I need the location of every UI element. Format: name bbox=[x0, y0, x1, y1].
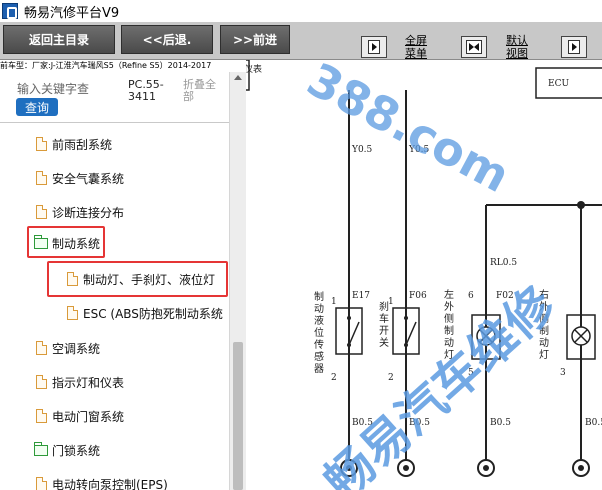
expand-right-icon bbox=[368, 40, 380, 54]
pin-number: 6 bbox=[468, 291, 474, 301]
fullscreen-label-line2: 菜单 bbox=[405, 47, 427, 60]
scroll-up-icon[interactable] bbox=[234, 75, 242, 80]
top-box-label: 仪表 bbox=[246, 63, 262, 75]
back-button[interactable]: <<后退. bbox=[121, 25, 213, 54]
tree-item-label: 电动转向泵控制(EPS) bbox=[52, 477, 168, 490]
wire-label: B0.5 bbox=[352, 418, 373, 428]
component-label: 左外侧制动灯 bbox=[444, 288, 454, 361]
current-vehicle: 前车型：厂家:J-江淮汽车瑞风S5（Refine S5）2014-2017 bbox=[0, 60, 246, 72]
tree-item-label: ESC (ABS防抱死制动系统 bbox=[83, 306, 223, 321]
tree-item-brake-lights[interactable]: 制动灯、手刹灯、液位灯 bbox=[67, 266, 225, 292]
title-bar: 畅易汽修平台V9 bbox=[0, 0, 602, 22]
scroll-thumb[interactable] bbox=[233, 342, 243, 490]
tree-item-label: 空调系统 bbox=[52, 341, 101, 356]
wire-label: RL0.5 bbox=[490, 258, 517, 268]
expand-right-button[interactable] bbox=[361, 36, 387, 58]
tree-item-indicators[interactable]: 指示灯和仪表 bbox=[36, 369, 124, 395]
tree-item-label: 电动门窗系统 bbox=[52, 409, 125, 424]
file-icon bbox=[36, 341, 47, 355]
tree-item-label: 诊断连接分布 bbox=[52, 205, 125, 220]
app-window: 畅易汽修平台V9 返回主目录 <<后退. >>前进 全屏 菜单 默认 视图 前车… bbox=[0, 0, 602, 490]
tree-item-eps[interactable]: 电动转向泵控制(EPS) bbox=[36, 471, 168, 490]
tree-item-brake-system[interactable]: 制动系统 bbox=[34, 230, 100, 256]
component-label: 制动液位传感器 bbox=[314, 290, 324, 375]
file-icon bbox=[36, 409, 47, 423]
file-icon bbox=[67, 272, 78, 286]
tree-item-label: 制动灯、手刹灯、液位灯 bbox=[83, 272, 216, 287]
fullscreen-label-line1: 全屏 bbox=[405, 34, 427, 47]
file-icon bbox=[67, 306, 78, 320]
pin-number: 2 bbox=[388, 373, 394, 383]
pin-number: 3 bbox=[560, 368, 566, 378]
left-pane: 输入关键字查 查询 PC.55-3411 折叠全部 前雨刮系统 安全气囊系统 诊… bbox=[0, 72, 246, 490]
tree-item-air-conditioning[interactable]: 空调系统 bbox=[36, 335, 100, 361]
search-button[interactable]: 查询 bbox=[16, 98, 58, 116]
tree-item-airbag[interactable]: 安全气囊系统 bbox=[36, 165, 124, 191]
folder-icon bbox=[34, 441, 48, 456]
window-title: 畅易汽修平台V9 bbox=[24, 5, 120, 21]
tree-item-label: 指示灯和仪表 bbox=[52, 375, 125, 390]
search-input[interactable]: 输入关键字查 bbox=[17, 80, 117, 97]
file-icon bbox=[36, 137, 47, 151]
tree-item-label: 制动系统 bbox=[52, 236, 101, 251]
collapse-all-button[interactable]: 折叠全部 bbox=[183, 79, 223, 103]
file-icon bbox=[36, 375, 47, 389]
expand-left-button[interactable] bbox=[561, 36, 587, 58]
tree-item-door-locks[interactable]: 门锁系统 bbox=[34, 437, 100, 463]
wire-label: Y0.5 bbox=[408, 145, 430, 155]
tree-scrollbar[interactable] bbox=[229, 72, 246, 490]
tree-item-label: 前雨刮系统 bbox=[52, 137, 113, 152]
tree-item-diagnostic[interactable]: 诊断连接分布 bbox=[36, 199, 124, 225]
connector-label: E17 bbox=[352, 291, 370, 301]
app-icon bbox=[2, 3, 18, 19]
tree-item-esc-abs[interactable]: ESC (ABS防抱死制动系统 bbox=[67, 300, 227, 326]
file-icon bbox=[36, 205, 47, 219]
split-view-button[interactable] bbox=[461, 36, 487, 58]
file-icon bbox=[36, 477, 47, 490]
ground-symbol bbox=[340, 459, 590, 477]
pin-number: 2 bbox=[331, 373, 337, 383]
diagram-canvas: 仪表 ECU Y0.5 Y0.5 RL0.5 B0.5 B0.5 B0.5 B0… bbox=[246, 60, 602, 477]
part-code: PC.55-3411 bbox=[128, 78, 164, 103]
default-view-label-line2: 视图 bbox=[506, 47, 528, 60]
file-icon bbox=[36, 171, 47, 185]
expand-left-icon bbox=[568, 40, 580, 54]
default-view-button[interactable]: 默认 视图 bbox=[506, 34, 528, 60]
tree-item-label: 安全气囊系统 bbox=[52, 171, 125, 186]
tree-item-label: 门锁系统 bbox=[52, 443, 101, 458]
pin-number: 1 bbox=[331, 297, 337, 307]
wire-label: B0.5 bbox=[585, 418, 602, 428]
home-button[interactable]: 返回主目录 bbox=[3, 25, 115, 54]
wire-label: B0.5 bbox=[409, 418, 430, 428]
connector-label: F06 bbox=[409, 291, 427, 301]
ecu-label: ECU bbox=[548, 79, 569, 89]
split-view-icon bbox=[466, 40, 482, 54]
divider bbox=[0, 122, 229, 123]
fullscreen-menu-button[interactable]: 全屏 菜单 bbox=[405, 34, 427, 60]
forward-button[interactable]: >>前进 bbox=[220, 25, 290, 54]
wiring-diagram[interactable]: 仪表 ECU Y0.5 Y0.5 RL0.5 B0.5 B0.5 B0.5 B0… bbox=[246, 60, 602, 490]
default-view-label-line1: 默认 bbox=[506, 34, 528, 47]
folder-open-icon bbox=[34, 234, 48, 249]
wire-label: Y0.5 bbox=[351, 145, 373, 155]
connector-label: F02 bbox=[496, 291, 514, 301]
component-label: 右外侧制动灯 bbox=[539, 288, 549, 361]
pin-number: 5 bbox=[468, 368, 474, 378]
tree-item-front-wiper[interactable]: 前雨刮系统 bbox=[36, 131, 112, 157]
wire-label: B0.5 bbox=[490, 418, 511, 428]
toolbar: 返回主目录 <<后退. >>前进 全屏 菜单 默认 视图 bbox=[0, 22, 602, 60]
tree-item-power-windows[interactable]: 电动门窗系统 bbox=[36, 403, 124, 429]
component-label: 刹车开关 bbox=[379, 301, 389, 349]
